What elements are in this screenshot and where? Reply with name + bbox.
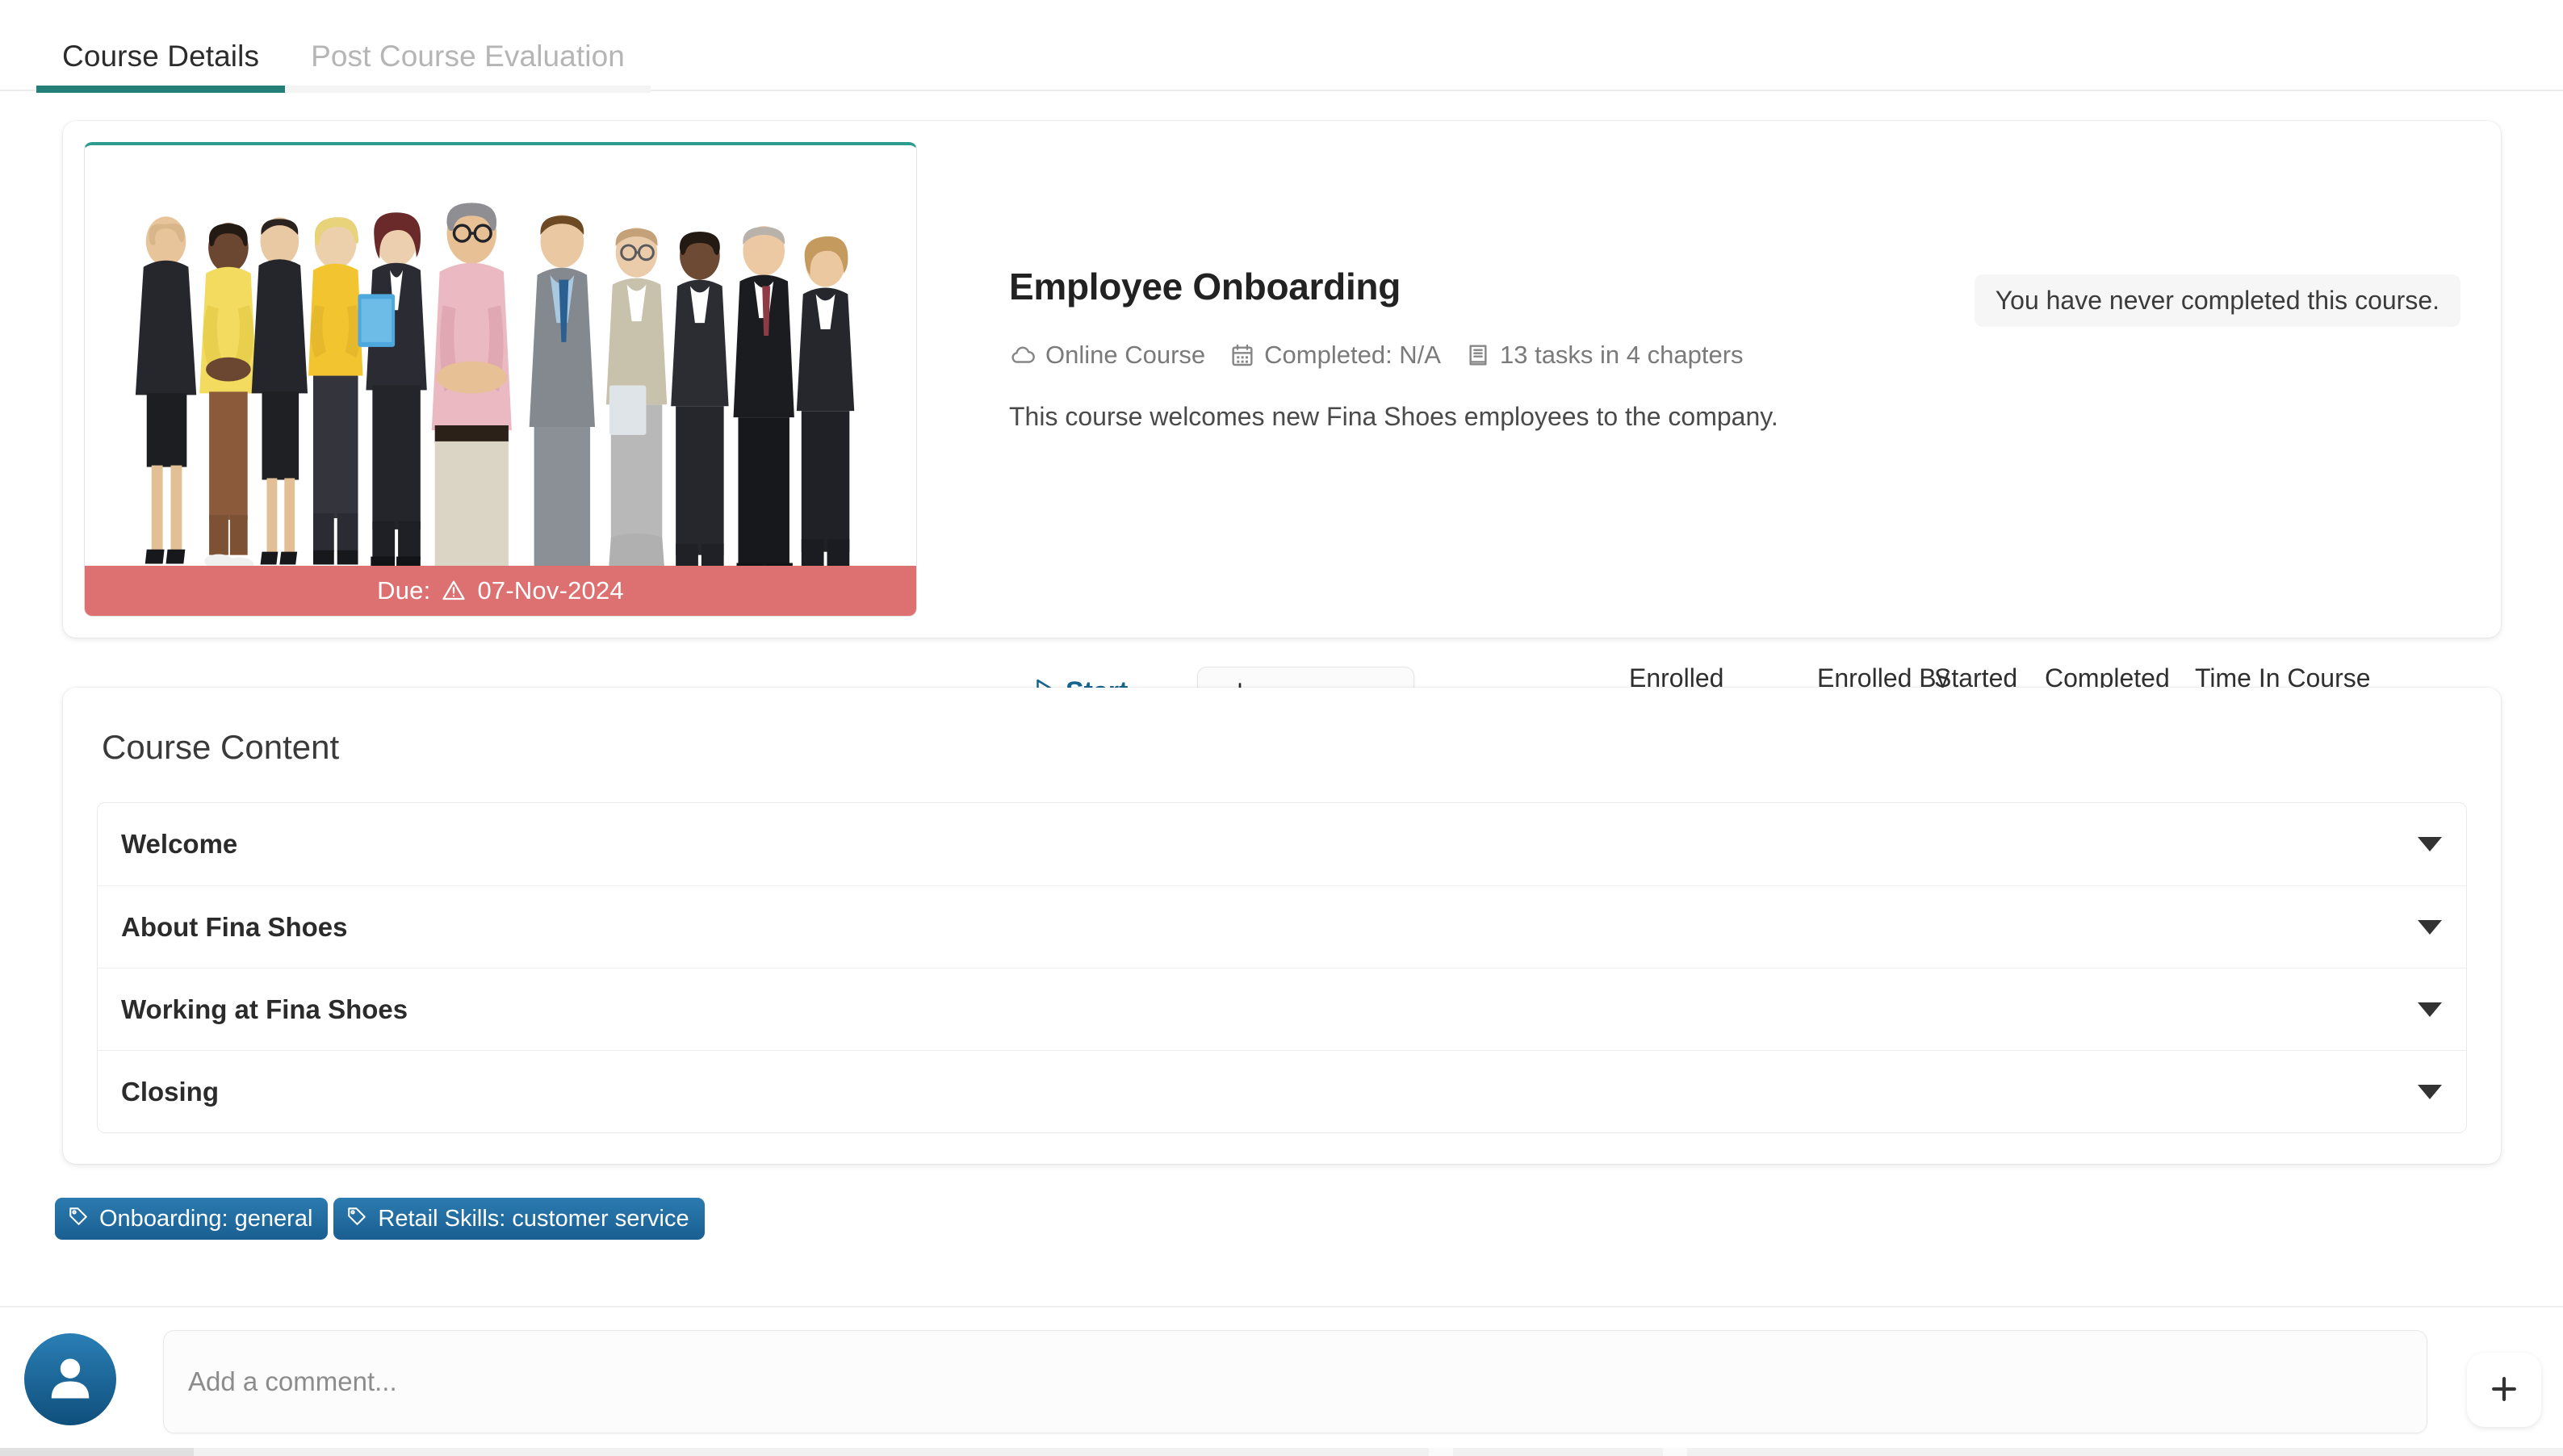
chapter-row-working-at-fina-shoes[interactable]: Working at Fina Shoes <box>98 968 2466 1050</box>
tab-course-details[interactable]: Course Details <box>36 40 286 93</box>
chapter-name: Working at Fina Shoes <box>121 994 408 1024</box>
horizontal-scrollbar[interactable] <box>0 1448 2563 1456</box>
chapter-name: Closing <box>121 1076 219 1107</box>
user-avatar-icon <box>43 1350 98 1409</box>
chevron-down-icon[interactable] <box>2418 919 2442 935</box>
due-prefix-label: Due: <box>377 576 431 605</box>
tag-onboarding-general[interactable]: Onboarding: general <box>55 1198 329 1240</box>
tag-icon <box>346 1205 367 1232</box>
course-summary-card: Due: 07-Nov-2024 Employee Onboarding Onl… <box>63 121 2501 730</box>
page-title: Employee Onboarding <box>1009 266 1401 308</box>
meta-course-type: Online Course <box>1009 341 1205 370</box>
chevron-down-icon[interactable] <box>2418 837 2442 851</box>
book-icon <box>1465 342 1491 368</box>
course-content-heading: Course Content <box>102 728 340 766</box>
meta-course-type-label: Online Course <box>1045 341 1206 369</box>
plus-icon <box>2486 1371 2522 1409</box>
cloud-icon <box>1009 341 1037 369</box>
chapter-name: About Fina Shoes <box>121 911 348 942</box>
course-thumbnail-image <box>85 145 916 616</box>
calendar-icon <box>1229 342 1255 368</box>
due-date-value: 07-Nov-2024 <box>477 576 624 605</box>
add-attachment-button[interactable] <box>2467 1353 2541 1427</box>
chevron-down-icon[interactable] <box>2418 1002 2442 1017</box>
tag-list: Onboarding: general Retail Skills: custo… <box>55 1198 705 1240</box>
tag-icon <box>68 1205 89 1232</box>
warning-icon <box>442 579 466 603</box>
scrollbar-track-segment <box>1453 1448 1663 1456</box>
scrollbar-thumb[interactable] <box>0 1448 194 1456</box>
course-details-page: Course Details Post Course Evaluation Du… <box>0 0 2563 1456</box>
scrollbar-track-segment <box>1687 1448 2563 1456</box>
tab-post-course-evaluation-label: Post Course Evaluation <box>311 40 625 73</box>
course-thumbnail[interactable]: Due: 07-Nov-2024 <box>84 142 917 617</box>
tag-label: Onboarding: general <box>99 1205 313 1232</box>
meta-tasks: 13 tasks in 4 chapters <box>1465 341 1744 370</box>
tab-post-course-evaluation[interactable]: Post Course Evaluation <box>285 40 651 93</box>
tab-course-details-label: Course Details <box>62 40 260 73</box>
due-date-banner: Due: 07-Nov-2024 <box>85 566 916 616</box>
completion-status-message: You have never completed this course. <box>1974 274 2460 327</box>
meta-tasks-label: 13 tasks in 4 chapters <box>1499 341 1744 369</box>
tab-bar: Course Details Post Course Evaluation <box>0 0 2563 93</box>
chapter-row-welcome[interactable]: Welcome <box>98 803 2466 885</box>
chevron-down-icon[interactable] <box>2418 1084 2442 1099</box>
meta-completed-label: Completed: N/A <box>1264 341 1441 369</box>
chapter-row-about-fina-shoes[interactable]: About Fina Shoes <box>98 885 2466 968</box>
course-content-card: Course Content Welcome About Fina Shoes … <box>63 688 2501 1164</box>
tag-label: Retail Skills: customer service <box>378 1205 689 1232</box>
tag-retail-skills-customer-service[interactable]: Retail Skills: customer service <box>333 1198 705 1240</box>
course-description: This course welcomes new Fina Shoes empl… <box>1009 402 1778 431</box>
avatar <box>24 1333 116 1425</box>
chapter-name: Welcome <box>121 829 238 859</box>
chapter-list: Welcome About Fina Shoes Working at Fina… <box>97 802 2467 1133</box>
course-meta-row: Online Course Completed: N/A 13 tasks in… <box>1009 341 1744 370</box>
comment-input[interactable] <box>163 1330 2427 1433</box>
meta-completed: Completed: N/A <box>1229 341 1441 370</box>
comment-section-divider <box>0 1306 2563 1307</box>
chapter-row-closing[interactable]: Closing <box>98 1050 2466 1132</box>
scrollbar-track-segment <box>194 1448 1429 1456</box>
